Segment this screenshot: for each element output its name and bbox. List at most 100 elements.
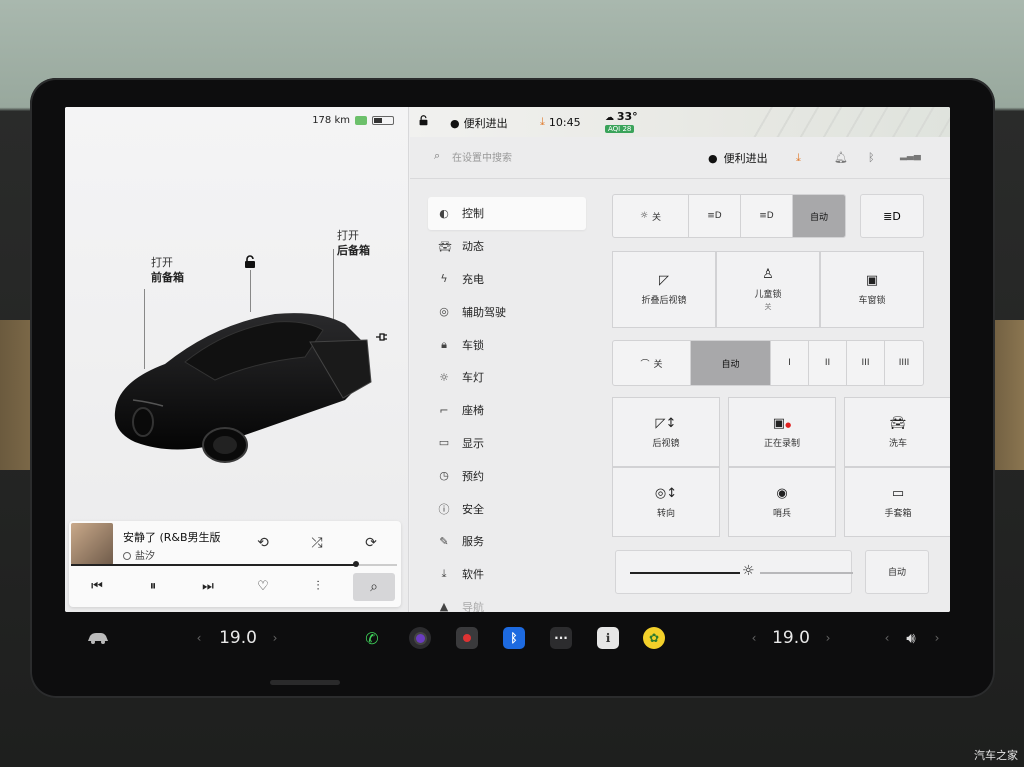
nav-item-12[interactable]: ▲ 导航 bbox=[428, 591, 586, 612]
passenger-temp[interactable]: 19.0 bbox=[768, 624, 814, 652]
trunk-action: 打开 bbox=[337, 229, 359, 242]
tile-mirror-adjust[interactable]: ◸↕ 后视镜 bbox=[612, 397, 720, 467]
bell-icon[interactable]: 🔔︎ bbox=[834, 151, 848, 164]
nav-item-3[interactable]: ◎ 辅助驾驶 bbox=[428, 295, 586, 328]
trunk-callout[interactable]: 打开 后备箱 bbox=[337, 228, 370, 258]
download-icon[interactable]: ⤓ bbox=[796, 151, 801, 165]
prev-icon[interactable]: ⏮ bbox=[85, 576, 109, 598]
bluetooth-icon[interactable]: ᛒ bbox=[502, 624, 526, 652]
shuffle-icon[interactable]: ⤮ bbox=[307, 533, 327, 553]
vehicle-model[interactable] bbox=[105, 302, 375, 472]
tile-sentry[interactable]: ◉ 哨兵 bbox=[728, 467, 836, 537]
wiper-level-4-label: IIII bbox=[898, 358, 910, 368]
lights-auto-button[interactable]: 自动 bbox=[793, 195, 845, 237]
wiper-level-2[interactable]: II bbox=[809, 341, 847, 385]
parking-lights-button[interactable]: ≡D bbox=[689, 195, 741, 237]
next-icon[interactable]: ⏭ bbox=[196, 576, 220, 598]
nav-item-0[interactable]: ◐ 控制 bbox=[428, 197, 586, 230]
dashcam-app-icon[interactable] bbox=[455, 624, 479, 652]
progress-bar[interactable] bbox=[71, 564, 355, 566]
tile-car-wash[interactable]: 🚘︎ 洗车 bbox=[844, 397, 950, 467]
wiper-level-4[interactable]: IIII bbox=[885, 341, 923, 385]
glovebox-icon: ▭ bbox=[891, 485, 905, 501]
frunk-action: 打开 bbox=[151, 256, 173, 269]
low-beam-icon: ≡D bbox=[759, 211, 774, 221]
tile-dashcam[interactable]: ▣● 正在录制 bbox=[728, 397, 836, 467]
brightness-icon[interactable]: ☼ bbox=[742, 563, 755, 579]
nav-item-2[interactable]: ϟ 充电 bbox=[428, 263, 586, 296]
nav-item-11[interactable]: ⤓ 软件 bbox=[428, 558, 586, 591]
nav-item-6[interactable]: ⌐ 座椅 bbox=[428, 394, 586, 427]
passenger-temp-up[interactable]: › bbox=[822, 624, 834, 652]
seat-icon: ⌐ bbox=[439, 403, 449, 417]
wipers-control: ⌒ 关 自动 I II III IIII bbox=[612, 340, 924, 386]
driver-temp[interactable]: 19.0 bbox=[215, 624, 261, 652]
info-app-icon[interactable]: ℹ bbox=[596, 624, 620, 652]
song-title: 安静了 (R&B男生版 bbox=[123, 531, 221, 544]
nav-item-7[interactable]: ▭ 显示 bbox=[428, 427, 586, 460]
media-search-button[interactable]: ⌕ bbox=[353, 573, 395, 601]
tile-window-lock[interactable]: ▣ 车窗锁 bbox=[820, 251, 924, 328]
wipers-off-button[interactable]: ⌒ 关 bbox=[613, 341, 691, 385]
nav-item-9[interactable]: ⓘ 安全 bbox=[428, 492, 586, 525]
volume-icon[interactable]: 🔊︎ bbox=[899, 624, 923, 652]
volume-down[interactable]: ‹ bbox=[881, 624, 893, 652]
nav-item-1[interactable]: 🚘︎ 动态 bbox=[428, 230, 586, 263]
download-icon: ⤓ bbox=[441, 567, 447, 581]
person-icon: ● bbox=[450, 116, 460, 130]
replay-icon[interactable]: ⟲ bbox=[253, 533, 273, 553]
lights-auto-label: 自动 bbox=[809, 212, 828, 223]
tile-glovebox[interactable]: ▭ 手套箱 bbox=[844, 467, 950, 537]
passenger-temp-down[interactable]: ‹ bbox=[748, 624, 760, 652]
lock-status-icon[interactable] bbox=[418, 115, 429, 126]
equalizer-icon[interactable]: ⫶ bbox=[306, 576, 330, 598]
auto-high-beam-button[interactable]: ≣D bbox=[860, 194, 924, 238]
download-status-icon[interactable]: ⤓ bbox=[540, 115, 545, 129]
brightness-slider[interactable]: ☼ bbox=[615, 550, 853, 594]
nav-item-label: 显示 bbox=[462, 436, 484, 450]
settings-pane: ● 便利进出 ⤓ 10:45 ☁ 33° AQI 28 ⌕ ● 便利进出 ⤓ 🔔… bbox=[410, 107, 950, 612]
tile-label: 车窗锁 bbox=[858, 296, 886, 306]
car-icon[interactable] bbox=[85, 624, 111, 652]
weather[interactable]: ☁ 33° AQI 28 bbox=[605, 111, 638, 135]
profile-button[interactable]: ● 便利进出 bbox=[708, 150, 768, 166]
low-beam-button[interactable]: ≡D bbox=[741, 195, 793, 237]
wiper-level-1[interactable]: I bbox=[771, 341, 809, 385]
heart-icon[interactable]: ♡ bbox=[251, 576, 275, 598]
nav-item-5[interactable]: ☼ 车灯 bbox=[428, 361, 586, 394]
recording-dot-icon: ● bbox=[785, 420, 792, 429]
light-icon: ☼ bbox=[439, 370, 449, 384]
nav-item-4[interactable]: 🔒︎ 车锁 bbox=[428, 328, 586, 361]
more-icon[interactable]: ··· bbox=[549, 624, 573, 652]
status-profile[interactable]: ● 便利进出 bbox=[450, 115, 508, 131]
brightness-track bbox=[760, 572, 853, 574]
wiper-level-3[interactable]: III bbox=[847, 341, 885, 385]
camera-icon[interactable] bbox=[408, 624, 432, 652]
settings-search-input[interactable] bbox=[432, 149, 632, 167]
frunk-callout[interactable]: 打开 前备箱 bbox=[151, 255, 184, 285]
charge-port-icon[interactable] bbox=[375, 331, 389, 346]
lights-off-label: 关 bbox=[652, 212, 662, 223]
tile-child-lock[interactable]: ♙ 儿童锁关 bbox=[716, 251, 820, 328]
tile-steering-adjust[interactable]: ◎↕ 转向 bbox=[612, 467, 720, 537]
driver-temp-down[interactable]: ‹ bbox=[193, 624, 205, 652]
bluetooth-icon[interactable]: ᛒ bbox=[868, 151, 875, 164]
volume-up[interactable]: › bbox=[931, 624, 943, 652]
cloud-icon: ☁ bbox=[605, 113, 614, 123]
clock-time: 10:45 bbox=[548, 115, 581, 129]
driver-temp-up[interactable]: › bbox=[269, 624, 281, 652]
wipers-auto-button[interactable]: 自动 bbox=[691, 341, 771, 385]
tile-mirror-fold[interactable]: ◸ 折叠后视镜 bbox=[612, 251, 716, 328]
nav-item-8[interactable]: ◷ 预约 bbox=[428, 459, 586, 492]
nav-item-label: 软件 bbox=[462, 568, 484, 582]
toybox-icon[interactable]: ✿ bbox=[642, 624, 666, 652]
lights-off-button[interactable]: ☼ 关 bbox=[613, 195, 689, 237]
repeat-icon[interactable]: ⟳ bbox=[361, 533, 381, 553]
phone-icon[interactable]: ✆ bbox=[361, 624, 383, 652]
pause-icon[interactable]: ⏸ bbox=[141, 576, 165, 598]
wiper-level-1-label: I bbox=[788, 358, 791, 368]
brightness-auto-button[interactable]: 自动 bbox=[865, 550, 929, 594]
nav-item-10[interactable]: ✎ 服务 bbox=[428, 525, 586, 558]
album-art[interactable] bbox=[71, 523, 113, 565]
mirror-lock-tiles: ◸ 折叠后视镜 ♙ 儿童锁关 ▣ 车窗锁 bbox=[612, 251, 924, 328]
